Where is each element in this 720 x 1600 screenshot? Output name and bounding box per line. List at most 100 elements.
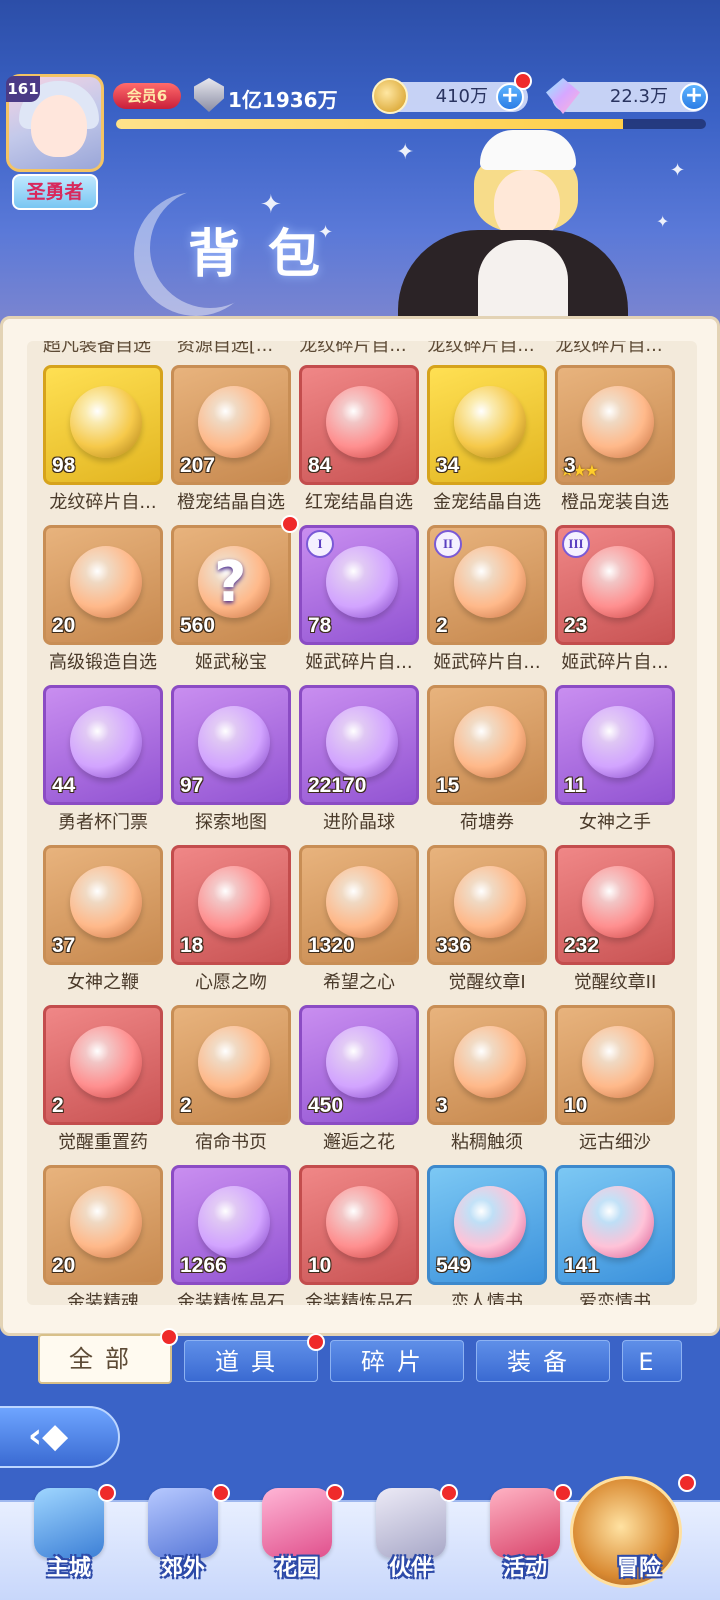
- bag-item[interactable]: 10 远古细沙: [555, 1005, 675, 1155]
- item-icon: [582, 1186, 654, 1258]
- bag-item[interactable]: III 23 姬武碎片自...: [555, 525, 675, 675]
- bag-item[interactable]: 22170 进阶晶球: [299, 685, 419, 835]
- bag-item[interactable]: 34 金宠结晶自选: [427, 365, 547, 515]
- exp-progress-bar: [116, 119, 706, 129]
- vip-badge[interactable]: 会员6: [113, 83, 181, 109]
- tab-1[interactable]: 道具: [184, 1333, 325, 1382]
- bag-item[interactable]: 450 邂逅之花: [299, 1005, 419, 1155]
- collapse-side-button[interactable]: ‹◆: [0, 1406, 120, 1468]
- item-tile[interactable]: 11: [555, 685, 675, 805]
- rank-title-badge[interactable]: 圣勇者: [12, 174, 98, 210]
- item-tile[interactable]: III 23: [555, 525, 675, 645]
- bag-item[interactable]: 97 探索地图: [171, 685, 291, 835]
- item-tile[interactable]: 15: [427, 685, 547, 805]
- item-icon: [582, 386, 654, 458]
- item-tile[interactable]: 22170: [299, 685, 419, 805]
- item-tile[interactable]: 20: [43, 1165, 163, 1285]
- item-count: 11: [564, 774, 587, 797]
- nav-heart-garden[interactable]: 花园: [242, 1480, 352, 1600]
- bag-item[interactable]: 44 勇者杯门票: [43, 685, 163, 835]
- bag-item[interactable]: 549 恋人情书: [427, 1165, 547, 1305]
- item-tile[interactable]: 20: [43, 525, 163, 645]
- bag-item[interactable]: 1266 金装精炼晶石: [171, 1165, 291, 1305]
- partial-item-label: 资源自选[...: [176, 341, 274, 355]
- item-tile[interactable]: 34: [427, 365, 547, 485]
- item-name: 粘稠触须: [451, 1132, 523, 1153]
- bag-item[interactable]: 2 觉醒重置药: [43, 1005, 163, 1155]
- item-tile[interactable]: ? 560: [171, 525, 291, 645]
- tab-label: 碎片: [361, 1348, 433, 1376]
- item-tile[interactable]: 44: [43, 685, 163, 805]
- bag-item[interactable]: 84 红宠结晶自选: [299, 365, 419, 515]
- item-tile[interactable]: 207: [171, 365, 291, 485]
- item-tile[interactable]: 98: [43, 365, 163, 485]
- bag-item[interactable]: ? 560 姬武秘宝: [171, 515, 299, 675]
- item-count: 37: [52, 934, 76, 957]
- item-tile[interactable]: 3: [427, 1005, 547, 1125]
- bag-item[interactable]: 3 粘稠触须: [427, 1005, 547, 1155]
- item-count: 98: [52, 454, 76, 477]
- item-count: 2: [52, 1094, 64, 1117]
- bag-item[interactable]: 207 橙宠结晶自选: [171, 365, 291, 515]
- item-count: 44: [52, 774, 76, 797]
- tab-4[interactable]: E: [622, 1340, 682, 1382]
- nav-gift[interactable]: 活动: [470, 1480, 580, 1600]
- item-icon: [70, 1026, 142, 1098]
- bag-item[interactable]: ★★★ 3 橙品宠装自选: [555, 365, 675, 515]
- item-name: 姬武碎片自...: [433, 652, 541, 673]
- item-tile[interactable]: 10: [299, 1165, 419, 1285]
- item-tile[interactable]: 232: [555, 845, 675, 965]
- tab-label: 全部: [69, 1345, 141, 1373]
- bag-item[interactable]: 336 觉醒纹章I: [427, 845, 547, 995]
- item-tile[interactable]: 2: [43, 1005, 163, 1125]
- item-count: 207: [180, 454, 216, 477]
- item-name: 荷塘券: [460, 812, 514, 833]
- nav-notification-dot: [98, 1484, 116, 1502]
- item-tile[interactable]: 1266: [171, 1165, 291, 1285]
- bag-item[interactable]: 18 心愿之吻: [171, 845, 291, 995]
- heart-garden-icon: [262, 1488, 332, 1558]
- item-tile[interactable]: 37: [43, 845, 163, 965]
- item-tile[interactable]: 549: [427, 1165, 547, 1285]
- nav-castle[interactable]: 主城: [14, 1480, 124, 1600]
- tab-2[interactable]: 碎片: [330, 1340, 464, 1382]
- add-gem-button[interactable]: +: [680, 83, 708, 111]
- item-tile[interactable]: 450: [299, 1005, 419, 1125]
- bag-item[interactable]: 20 高级锻造自选: [43, 525, 163, 675]
- bag-item[interactable]: 141 爱恋情书: [555, 1165, 675, 1305]
- item-icon: [198, 866, 270, 938]
- item-tile[interactable]: I 78: [299, 525, 419, 645]
- tab-3[interactable]: 装备: [476, 1340, 610, 1382]
- item-tile[interactable]: 2: [171, 1005, 291, 1125]
- bag-item[interactable]: 98 龙纹碎片自...: [43, 365, 163, 515]
- item-tile[interactable]: 97: [171, 685, 291, 805]
- bag-item[interactable]: 11 女神之手: [555, 685, 675, 835]
- item-count: 3: [436, 1094, 448, 1117]
- bag-item[interactable]: 20 金装精魂: [43, 1165, 163, 1305]
- bag-item[interactable]: 1320 希望之心: [299, 845, 419, 995]
- bag-item[interactable]: 15 荷塘券: [427, 685, 547, 835]
- tab-0[interactable]: 全部: [38, 1328, 178, 1384]
- item-tile[interactable]: 1320: [299, 845, 419, 965]
- nav-compass[interactable]: 冒险: [570, 1474, 696, 1600]
- item-icon: [70, 866, 142, 938]
- bag-item[interactable]: I 78 姬武碎片自...: [299, 525, 419, 675]
- item-count: 336: [436, 934, 472, 957]
- item-tile[interactable]: 10: [555, 1005, 675, 1125]
- partial-item-label: 龙纹碎片自...: [299, 341, 407, 355]
- item-icon: [454, 1026, 526, 1098]
- nav-partner[interactable]: 伙伴: [356, 1480, 466, 1600]
- nav-gate[interactable]: 郊外: [128, 1480, 238, 1600]
- bag-item[interactable]: II 2 姬武碎片自...: [427, 525, 547, 675]
- item-tile[interactable]: 141: [555, 1165, 675, 1285]
- bag-item[interactable]: 232 觉醒纹章II: [555, 845, 675, 995]
- bag-item[interactable]: 2 宿命书页: [171, 1005, 291, 1155]
- item-grid[interactable]: 超凡装备自选 资源自选[... 龙纹碎片自... 龙纹碎片自... 龙纹碎片自... 9…: [27, 341, 697, 1305]
- bag-item[interactable]: 10 金装精炼品石: [299, 1165, 419, 1305]
- item-tile[interactable]: ★★★ 3: [555, 365, 675, 485]
- item-tile[interactable]: 18: [171, 845, 291, 965]
- item-tile[interactable]: 84: [299, 365, 419, 485]
- item-tile[interactable]: 336: [427, 845, 547, 965]
- item-tile[interactable]: II 2: [427, 525, 547, 645]
- bag-item[interactable]: 37 女神之鞭: [43, 845, 163, 995]
